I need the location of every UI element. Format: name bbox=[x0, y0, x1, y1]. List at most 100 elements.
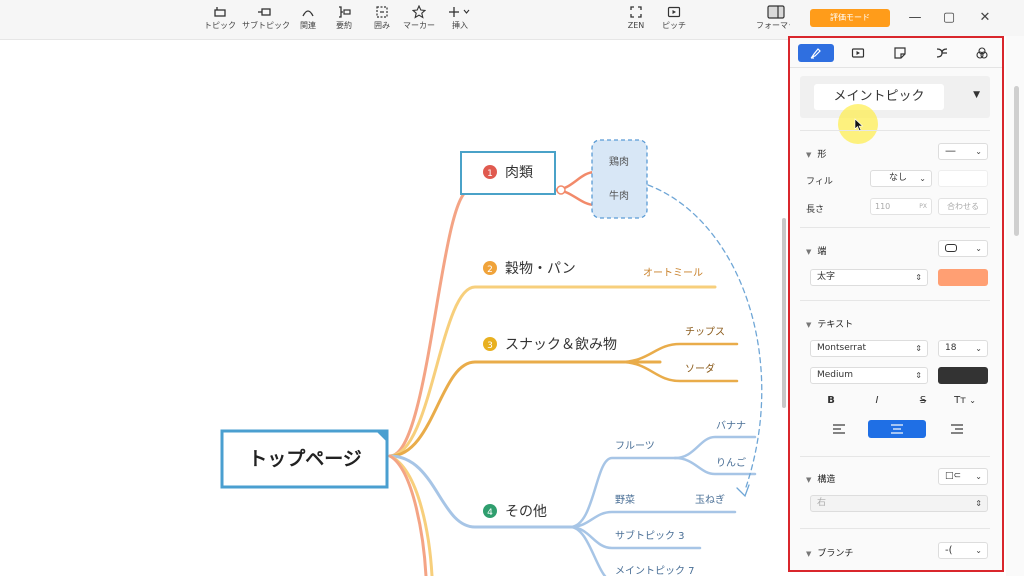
topic-type-value[interactable]: メイントピック bbox=[814, 84, 944, 110]
align-center-icon bbox=[891, 424, 903, 434]
subtopic-oatmeal[interactable]: オートミール bbox=[643, 267, 703, 279]
canvas-scrollbar[interactable] bbox=[782, 218, 786, 408]
mindmap-diagram: 1 2 3 4 トップページ 肉類 穀物・パン スナック＆飲み物 その他 鶏肉 … bbox=[220, 139, 763, 576]
slideshow-icon bbox=[667, 6, 681, 18]
topic-others-label[interactable]: その他 bbox=[505, 504, 547, 520]
subtopic-3[interactable]: サブトピック 3 bbox=[615, 529, 685, 542]
align-right-button[interactable] bbox=[928, 420, 986, 438]
toolbar-insert-label: 挿入 bbox=[452, 21, 468, 30]
maximize-button[interactable]: ▢ bbox=[940, 9, 958, 27]
section-branch-title[interactable]: ▼ ブランチ bbox=[806, 546, 853, 559]
text-color-swatch[interactable] bbox=[938, 367, 988, 384]
toolbar-marker-label: マーカー bbox=[403, 21, 435, 30]
fill-label: フィル bbox=[806, 177, 833, 187]
font-size-selector[interactable]: 18 ⌄ bbox=[938, 340, 988, 357]
toolbar-insert-button[interactable]: 挿入 bbox=[438, 3, 482, 37]
collapse-handle[interactable] bbox=[556, 185, 566, 195]
subtopic-banana[interactable]: バナナ bbox=[716, 420, 746, 432]
text-case-label: Tт bbox=[954, 395, 967, 406]
bold-button[interactable]: B bbox=[816, 392, 846, 410]
evaluation-mode-badge[interactable]: 評価モード bbox=[810, 9, 890, 27]
chevron-down-icon: ⌄ bbox=[919, 174, 926, 183]
font-family-value: Montserrat bbox=[817, 343, 867, 353]
topic-meat-label[interactable]: 肉類 bbox=[505, 165, 533, 181]
border-color-swatch[interactable] bbox=[938, 269, 988, 286]
branch-line-grains bbox=[388, 285, 717, 458]
theme-icon bbox=[976, 47, 988, 59]
relationship-arrowhead bbox=[736, 484, 750, 498]
main-topic-7[interactable]: メイントピック 7 bbox=[615, 565, 695, 576]
close-button[interactable]: ✕ bbox=[976, 9, 994, 27]
format-panel-tabs bbox=[790, 38, 1002, 68]
section-text-title[interactable]: ▼ テキスト bbox=[806, 317, 853, 330]
branch-line-meat bbox=[388, 188, 557, 458]
selection-boundary[interactable] bbox=[591, 139, 648, 219]
strikethrough-button[interactable]: S bbox=[908, 392, 938, 410]
section-structure-title[interactable]: ▼ 構造 bbox=[806, 472, 835, 485]
section-border-title[interactable]: ▼ 端 bbox=[806, 244, 826, 257]
tab-slideshow[interactable] bbox=[840, 44, 876, 62]
panel-scrollbar[interactable] bbox=[1014, 86, 1019, 236]
relation-icon bbox=[302, 10, 314, 17]
length-value: 110 bbox=[875, 202, 891, 211]
toolbar-pitch-button[interactable]: ピッチ bbox=[652, 3, 696, 37]
tab-sticker[interactable] bbox=[882, 44, 918, 62]
badge-4-num: 4 bbox=[487, 508, 493, 518]
font-weight-value: Medium bbox=[817, 370, 853, 380]
minimize-button[interactable]: — bbox=[906, 9, 924, 27]
star-icon bbox=[412, 5, 426, 19]
badge-1-num: 1 bbox=[487, 169, 493, 179]
fill-color-swatch[interactable] bbox=[938, 170, 988, 187]
toolbar-subtopic-button[interactable]: サブトピック bbox=[242, 3, 290, 37]
shape-selector[interactable]: — ⌄ bbox=[938, 143, 988, 160]
length-unit: PX bbox=[919, 203, 927, 210]
font-weight-selector[interactable]: Medium ⇕ bbox=[810, 367, 928, 384]
structure-direction-selector[interactable]: 右 ⇕ bbox=[810, 495, 988, 512]
font-family-selector[interactable]: Montserrat ⇕ bbox=[810, 340, 928, 357]
fruit-child-line-1 bbox=[673, 435, 757, 460]
tab-layout[interactable] bbox=[924, 44, 960, 62]
toolbar-marker-button[interactable]: マーカー bbox=[397, 3, 441, 37]
border-shape-selector[interactable]: ⌄ bbox=[938, 240, 988, 257]
chevron-down-icon: ⌄ bbox=[975, 147, 982, 156]
root-topic-label[interactable]: トップページ bbox=[248, 447, 362, 470]
others-child-line-fruit bbox=[568, 456, 677, 529]
section-shape-title[interactable]: ▼ 形 bbox=[806, 147, 826, 160]
fit-button[interactable]: 合わせる bbox=[938, 198, 988, 215]
align-right-icon bbox=[951, 424, 963, 434]
structure-selector[interactable]: □⊂ ⌄ bbox=[938, 468, 988, 485]
divider bbox=[800, 130, 990, 131]
subtopic-fruits[interactable]: フルーツ bbox=[615, 441, 655, 452]
text-case-button[interactable]: Tт ⌄ bbox=[950, 392, 980, 410]
subtopic-onion[interactable]: 玉ねぎ bbox=[695, 493, 725, 506]
topic-type-selector[interactable]: メイントピック ▼ bbox=[800, 76, 990, 118]
subtopic-chicken[interactable]: 鶏肉 bbox=[609, 155, 629, 168]
subtopic-vegetables[interactable]: 野菜 bbox=[615, 494, 635, 506]
subtopic-chips[interactable]: チップス bbox=[685, 326, 725, 338]
tab-theme[interactable] bbox=[964, 44, 1000, 62]
format-panel: メイントピック ▼ ▼ 形 — ⌄ フィル なし ⌄ 長さ 110 PX 合わせる ▼ 端… bbox=[788, 36, 1004, 572]
length-input[interactable]: 110 PX bbox=[870, 198, 932, 215]
fill-selector[interactable]: なし ⌄ bbox=[870, 170, 932, 187]
topic-snacks-label[interactable]: スナック＆飲み物 bbox=[505, 337, 617, 353]
fill-value: なし bbox=[889, 173, 908, 183]
subtopic-soda[interactable]: ソーダ bbox=[685, 362, 715, 375]
summary-icon bbox=[339, 6, 351, 18]
align-center-button[interactable] bbox=[868, 420, 926, 438]
align-left-button[interactable] bbox=[810, 420, 868, 438]
tab-style[interactable] bbox=[798, 44, 834, 62]
subtopic-apple[interactable]: りんご bbox=[716, 456, 746, 469]
toolbar-topic-label: トピック bbox=[204, 21, 236, 30]
chevron-down-icon: ⌄ bbox=[975, 472, 982, 481]
subtopic-beef[interactable]: 牛肉 bbox=[609, 189, 629, 202]
divider bbox=[800, 528, 990, 529]
toolbar-topic-button[interactable]: トピック bbox=[198, 3, 242, 37]
border-weight-selector[interactable]: 太字 ⇕ bbox=[810, 269, 928, 286]
italic-button[interactable]: I bbox=[862, 392, 892, 410]
divider bbox=[800, 227, 990, 228]
structure-layout-icon: □⊂ bbox=[945, 471, 962, 481]
branch-style-selector[interactable]: -(⌄ bbox=[938, 542, 988, 559]
mindmap-canvas[interactable]: 1 2 3 4 トップページ 肉類 穀物・パン スナック＆飲み物 その他 鶏肉 … bbox=[0, 40, 790, 576]
collapse-triangle-icon: ▼ bbox=[806, 321, 812, 329]
topic-grains-label[interactable]: 穀物・パン bbox=[505, 261, 576, 277]
